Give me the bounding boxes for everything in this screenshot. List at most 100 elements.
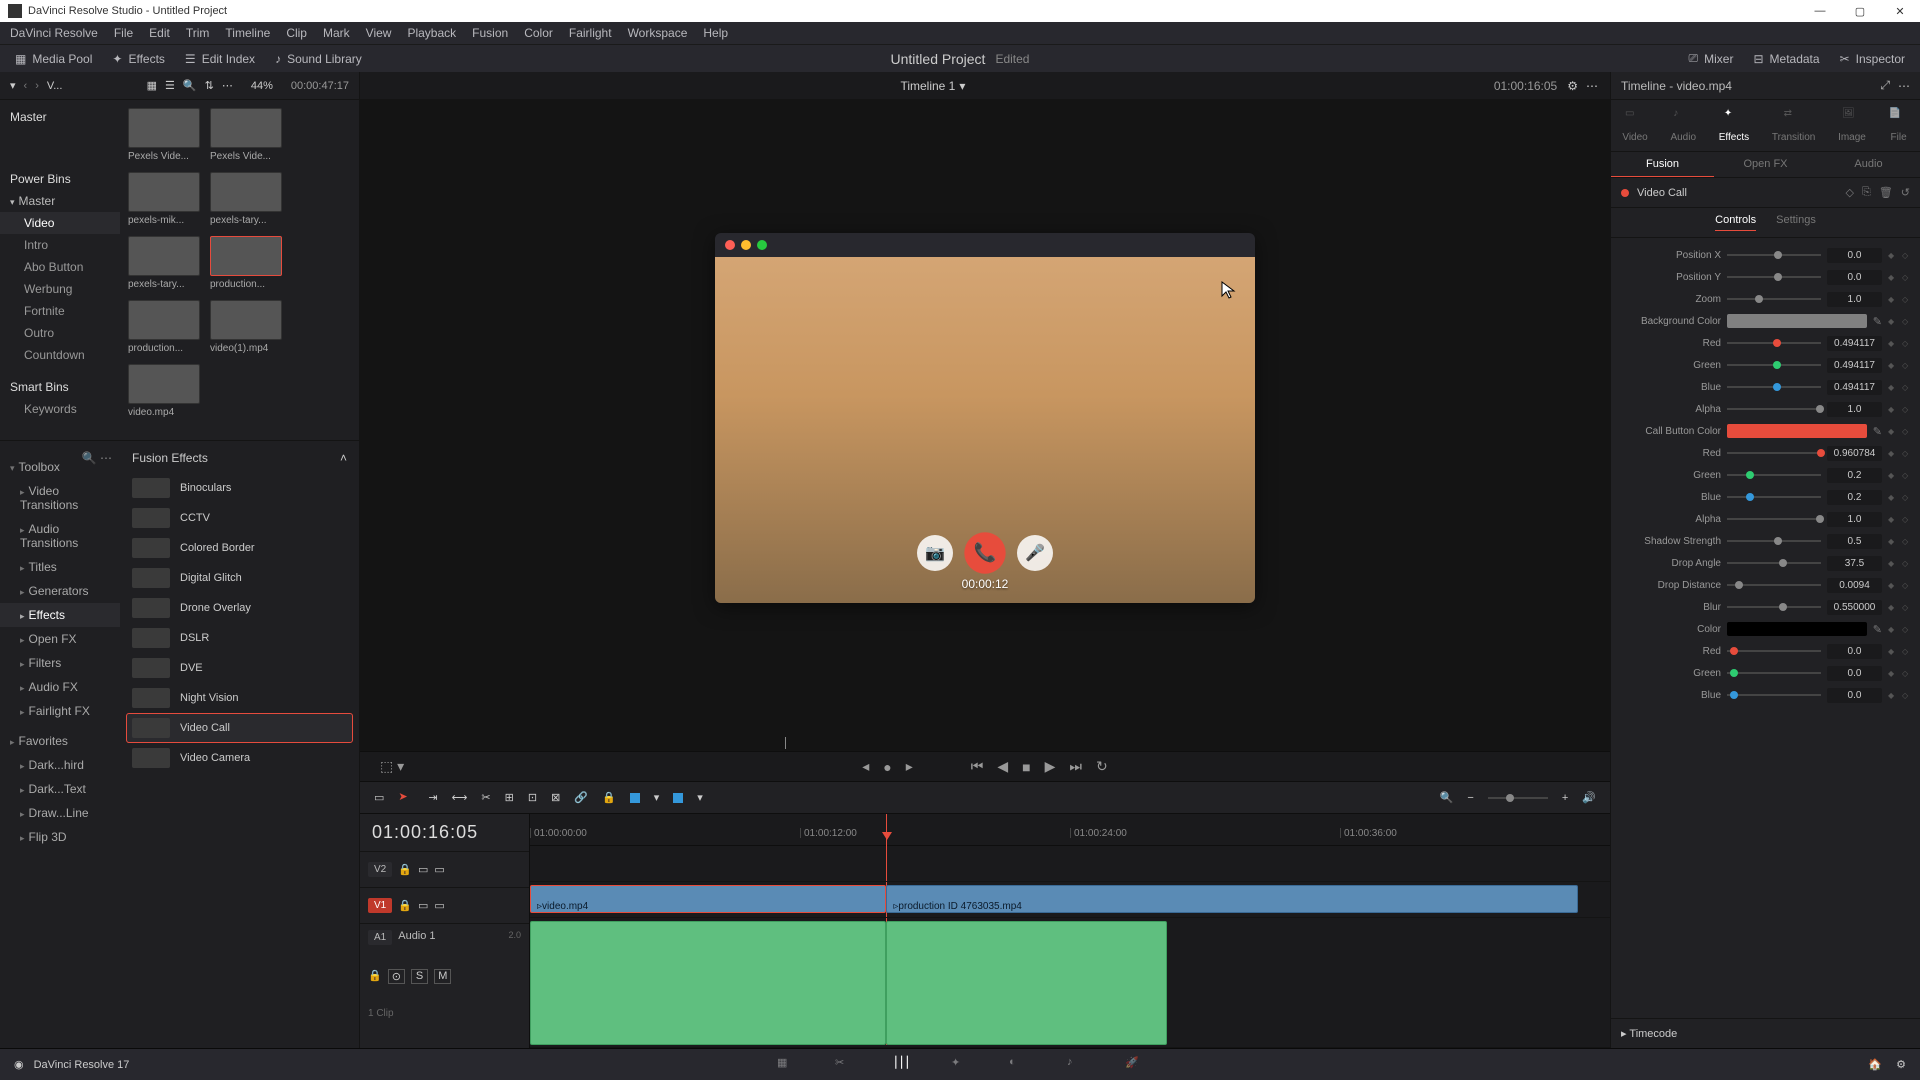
menu-color[interactable]: Color	[524, 26, 553, 40]
inspector-tab-effects[interactable]: ✦Effects	[1719, 108, 1749, 143]
page-color-icon[interactable]: ◐	[1009, 1056, 1027, 1074]
menu-file[interactable]: File	[114, 26, 133, 40]
param-blue[interactable]: Blue0.494117◆◇	[1621, 376, 1910, 398]
fx-item-drone-overlay[interactable]: Drone Overlay	[126, 593, 353, 623]
blade-tool-icon[interactable]: ✂	[481, 791, 490, 804]
fx-cat-fairlight-fx[interactable]: Fairlight FX	[0, 699, 120, 723]
clip-item[interactable]: production...	[128, 300, 200, 354]
param-shadow-strength[interactable]: Shadow Strength0.5◆◇	[1621, 530, 1910, 552]
bin-countdown[interactable]: Countdown	[0, 344, 120, 366]
zoom-out-icon[interactable]: −	[1467, 792, 1473, 804]
options-icon[interactable]: ⋯	[222, 79, 233, 92]
fx-cat-audio-fx[interactable]: Audio FX	[0, 675, 120, 699]
track-header-v1[interactable]: V1 🔒▭▭	[360, 887, 529, 923]
overwrite-icon[interactable]: ⊡	[528, 791, 537, 804]
fx-cat-filters[interactable]: Filters	[0, 651, 120, 675]
fx-cat-titles[interactable]: Titles	[0, 555, 120, 579]
next-edit-icon[interactable]: ▸	[906, 758, 913, 775]
menu-help[interactable]: Help	[703, 26, 728, 40]
mixer-toggle[interactable]: ⎚Mixer	[1689, 51, 1734, 66]
param-red[interactable]: Red0.0◆◇	[1621, 640, 1910, 662]
track-header-v2[interactable]: V2 🔒 ▭ ▭	[360, 851, 529, 887]
param-blue[interactable]: Blue0.0◆◇	[1621, 684, 1910, 706]
minimize-button[interactable]: —	[1800, 0, 1840, 22]
clip-item[interactable]: pexels-tary...	[128, 236, 200, 290]
flag-icon[interactable]	[630, 793, 640, 803]
trim-tool-icon[interactable]: ⇥	[428, 791, 437, 804]
bin-werbung[interactable]: Werbung	[0, 278, 120, 300]
fx-item-digital-glitch[interactable]: Digital Glitch	[126, 563, 353, 593]
power-bin-master[interactable]: Master	[0, 190, 120, 212]
param-drop-angle[interactable]: Drop Angle37.5◆◇	[1621, 552, 1910, 574]
effects-toggle[interactable]: ✦Effects	[112, 52, 165, 66]
page-fusion-icon[interactable]: ✦	[951, 1056, 969, 1074]
track-header-a1[interactable]: A1 Audio 1 2.0 🔒⊙ S M 1 Clip	[360, 923, 529, 1033]
timecode-section[interactable]: ▸ Timecode	[1621, 1028, 1677, 1040]
go-start-icon[interactable]: ⏮	[971, 758, 984, 775]
fx-search-icon[interactable]: 🔍 ⋯	[82, 451, 112, 465]
param-green[interactable]: Green0.2◆◇	[1621, 464, 1910, 486]
fx-fav-item[interactable]: Draw...Line	[0, 801, 120, 825]
subtab-audio[interactable]: Audio	[1817, 152, 1920, 177]
viewer-zoom[interactable]: 44%	[251, 80, 273, 92]
param-alpha[interactable]: Alpha1.0◆◇	[1621, 398, 1910, 420]
track-auto-icon[interactable]: ▭	[418, 863, 428, 876]
menu-mark[interactable]: Mark	[323, 26, 350, 40]
param-alpha[interactable]: Alpha1.0◆◇	[1621, 508, 1910, 530]
inspector-tab-file[interactable]: 📄File	[1889, 108, 1909, 143]
play-icon[interactable]: ▶	[1045, 758, 1056, 775]
inspector-tab-audio[interactable]: ♪Audio	[1670, 108, 1696, 143]
zoom-slider[interactable]	[1488, 797, 1548, 799]
maximize-button[interactable]: ▢	[1840, 0, 1880, 22]
clip-item[interactable]: video(1).mp4	[210, 300, 282, 354]
inspector-menu-icon[interactable]: ⋯	[1898, 79, 1910, 93]
viewer[interactable]: 📷 📞 🎤 00:00:12	[360, 100, 1610, 735]
effect-reset-icon[interactable]: ↺	[1901, 186, 1910, 199]
menu-trim[interactable]: Trim	[186, 26, 210, 40]
page-edit-icon[interactable]: ⎮⎮⎮	[893, 1056, 911, 1074]
ctrl-tab-settings[interactable]: Settings	[1776, 214, 1816, 231]
fx-cat-effects[interactable]: Effects	[0, 603, 120, 627]
volume-icon[interactable]: 🔊	[1582, 791, 1596, 804]
fx-item-video-camera[interactable]: Video Camera	[126, 743, 353, 773]
param-green[interactable]: Green0.494117◆◇	[1621, 354, 1910, 376]
effect-versions-icon[interactable]: ⎘	[1862, 186, 1871, 199]
track-enable-icon[interactable]: ▭	[434, 863, 444, 876]
loop-icon[interactable]: ↻	[1096, 758, 1108, 775]
inspector-tab-image[interactable]: 🖼Image	[1838, 108, 1866, 143]
effect-enable-dot[interactable]	[1621, 189, 1629, 197]
param-color[interactable]: Color✎◆◇	[1621, 618, 1910, 640]
zoom-search-icon[interactable]: 🔍	[1440, 791, 1454, 804]
project-settings-icon[interactable]: ⚙	[1896, 1058, 1906, 1071]
fx-item-video-call[interactable]: Video Call	[126, 713, 353, 743]
sort-icon[interactable]: ⇅	[205, 79, 214, 92]
inspector-tab-video[interactable]: ▭Video	[1622, 108, 1647, 143]
tl-view-icon[interactable]: ▭	[374, 791, 384, 804]
viewer-menu-icon[interactable]: ⋯	[1586, 79, 1598, 93]
effect-keyframe-icon[interactable]: ◇	[1846, 186, 1854, 199]
param-blue[interactable]: Blue0.2◆◇	[1621, 486, 1910, 508]
nav-back-icon[interactable]: ‹	[24, 80, 28, 92]
menu-davinci-resolve[interactable]: DaVinci Resolve	[10, 26, 98, 40]
menu-timeline[interactable]: Timeline	[225, 26, 270, 40]
zoom-in-icon[interactable]: +	[1562, 792, 1568, 804]
param-call-button-color[interactable]: Call Button Color✎◆◇	[1621, 420, 1910, 442]
edit-index-toggle[interactable]: ☰Edit Index	[185, 52, 255, 66]
prev-edit-icon[interactable]: ◂	[862, 758, 869, 775]
clip-item[interactable]: Pexels Vide...	[128, 108, 200, 162]
fx-fav-item[interactable]: Flip 3D	[0, 825, 120, 849]
search-icon[interactable]: 🔍	[183, 79, 197, 92]
subtab-fusion[interactable]: Fusion	[1611, 152, 1714, 177]
fx-item-dve[interactable]: DVE	[126, 653, 353, 683]
replace-icon[interactable]: ⊠	[551, 791, 560, 804]
stop-icon[interactable]: ■	[1022, 759, 1030, 775]
subtab-open-fx[interactable]: Open FX	[1714, 152, 1817, 177]
timeline-body[interactable]: 01:00:00:0001:00:12:0001:00:24:0001:00:3…	[530, 814, 1610, 1048]
bin-abo button[interactable]: Abo Button	[0, 256, 120, 278]
home-icon[interactable]: 🏠	[1868, 1058, 1882, 1071]
fx-cat-video-transitions[interactable]: Video Transitions	[0, 479, 120, 517]
inspector-tab-transition[interactable]: ⇄Transition	[1772, 108, 1816, 143]
menu-fusion[interactable]: Fusion	[472, 26, 508, 40]
dynamic-trim-icon[interactable]: ⟷	[452, 791, 468, 804]
bin-dropdown[interactable]: ▾	[10, 79, 16, 92]
